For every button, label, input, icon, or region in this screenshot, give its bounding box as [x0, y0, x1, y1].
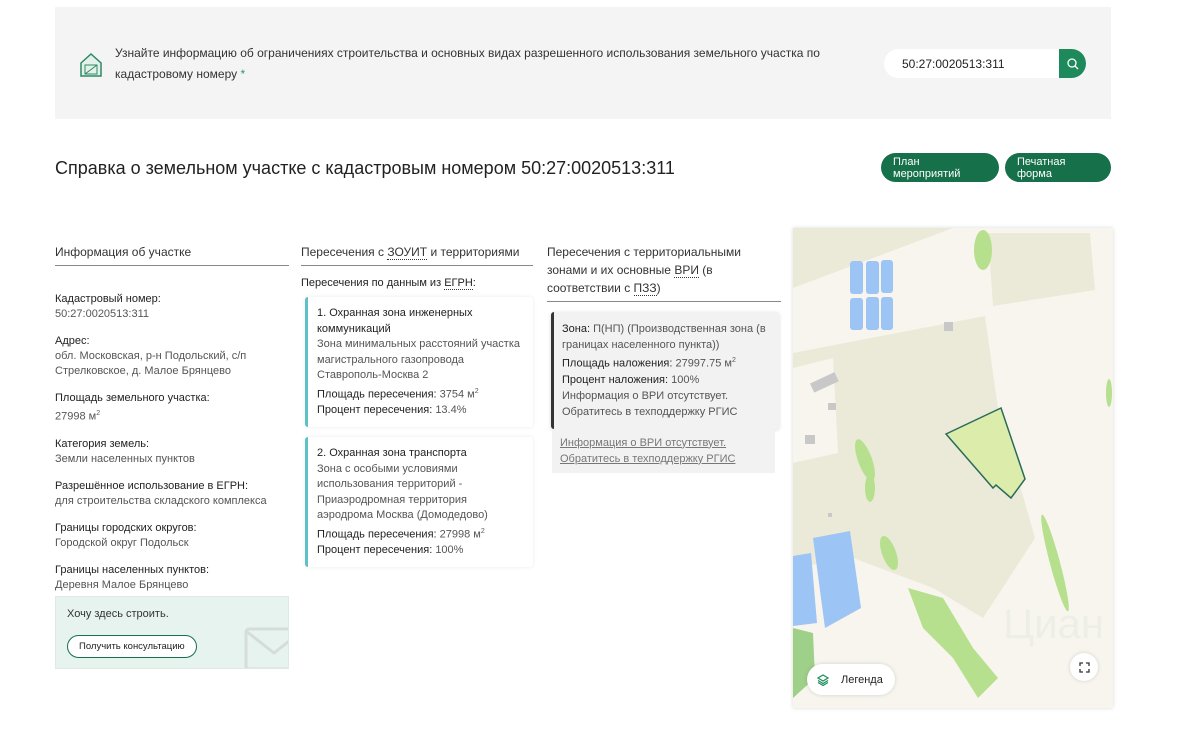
zouit-section: Пересечения с ЗОУИТ и территориями Перес…: [301, 243, 533, 577]
map-watermark: Циан: [1003, 600, 1104, 647]
zones-heading: Пересечения с территориальными зонами и …: [547, 243, 781, 302]
zouit-card: 2. Охранная зона транспорта Зона с особым…: [305, 437, 533, 568]
field-value: 50:27:0020513:311: [55, 308, 149, 320]
zouit-abbr[interactable]: ЗОУИТ: [387, 245, 428, 260]
zouit-heading: Пересечения с ЗОУИТ и территориями: [301, 243, 533, 266]
legend-button[interactable]: Легенда: [807, 664, 895, 695]
field-label: Границы населенных пунктов:: [55, 563, 210, 576]
field-label: Площадь земельного участка:: [55, 392, 210, 404]
layers-icon: [817, 673, 829, 686]
cta-text: Хочу здесь строить.: [67, 608, 169, 620]
field-label: Категория земель:: [55, 437, 150, 450]
field-value: Городской округ Подольск: [55, 536, 189, 549]
plan-button[interactable]: План мероприятий: [881, 153, 999, 182]
field-value: Земли населенных пунктов: [55, 452, 195, 465]
field-label: Разрешённое использование в ЕГРН:: [55, 479, 249, 492]
parcel-info-heading: Информация об участке: [55, 243, 289, 266]
house-plan-icon: [80, 52, 102, 77]
fullscreen-icon: [1078, 661, 1090, 673]
field-label: Адрес:: [55, 335, 90, 347]
search-button[interactable]: [1059, 49, 1086, 78]
cadastral-search: [884, 49, 1086, 78]
egrn-abbr[interactable]: ЕГРН: [444, 277, 473, 290]
legend-label: Легенда: [841, 673, 883, 686]
consult-block: Хочу здесь строить. Получить консультаци…: [55, 596, 289, 669]
parcel-info: Информация об участке Кадастровый номер:…: [55, 243, 289, 593]
field-value: обл. Московская, р-н Подольский, с/п Стр…: [55, 350, 247, 377]
banner-text: Узнайте информацию об ограничениях строи…: [115, 46, 820, 81]
search-banner: Узнайте информацию об ограничениях строи…: [55, 7, 1111, 119]
print-form-button[interactable]: Печатная форма: [1005, 153, 1111, 182]
field-label: Кадастровый номер:: [55, 293, 161, 305]
pzz-abbr[interactable]: ПЗЗ: [633, 281, 657, 296]
zouit-card: 1. Охранная зона инженерных коммуникаций…: [305, 297, 533, 428]
envelope-icon: [244, 627, 288, 668]
cadastral-search-input[interactable]: [902, 49, 1052, 78]
egrn-subheading: Пересечения по данным из ЕГРН:: [301, 277, 476, 290]
fullscreen-button[interactable]: [1070, 653, 1098, 681]
field-value: Деревня Малое Брянцево: [55, 578, 189, 591]
field-value: для строительства складского комплекса: [55, 494, 267, 507]
search-icon: [1066, 57, 1078, 69]
page-title: Справка о земельном участке с кадастровы…: [55, 158, 675, 178]
zones-section: Пересечения с территориальными зонами и …: [547, 243, 781, 473]
consult-button[interactable]: Получить консультацию: [67, 635, 197, 658]
vri-support-link[interactable]: Информация о ВРИ отсутствует. Обратитесь…: [552, 428, 775, 473]
field-value: 27998 м2: [55, 410, 101, 423]
zone-card: Зона: П(НП) (Производственная зона (в гр…: [551, 312, 779, 429]
map[interactable]: Циан Легенда: [793, 228, 1113, 708]
field-label: Границы городских округов:: [55, 521, 197, 534]
map-canvas: Циан: [793, 228, 1113, 708]
vri-abbr[interactable]: ВРИ: [674, 263, 699, 278]
